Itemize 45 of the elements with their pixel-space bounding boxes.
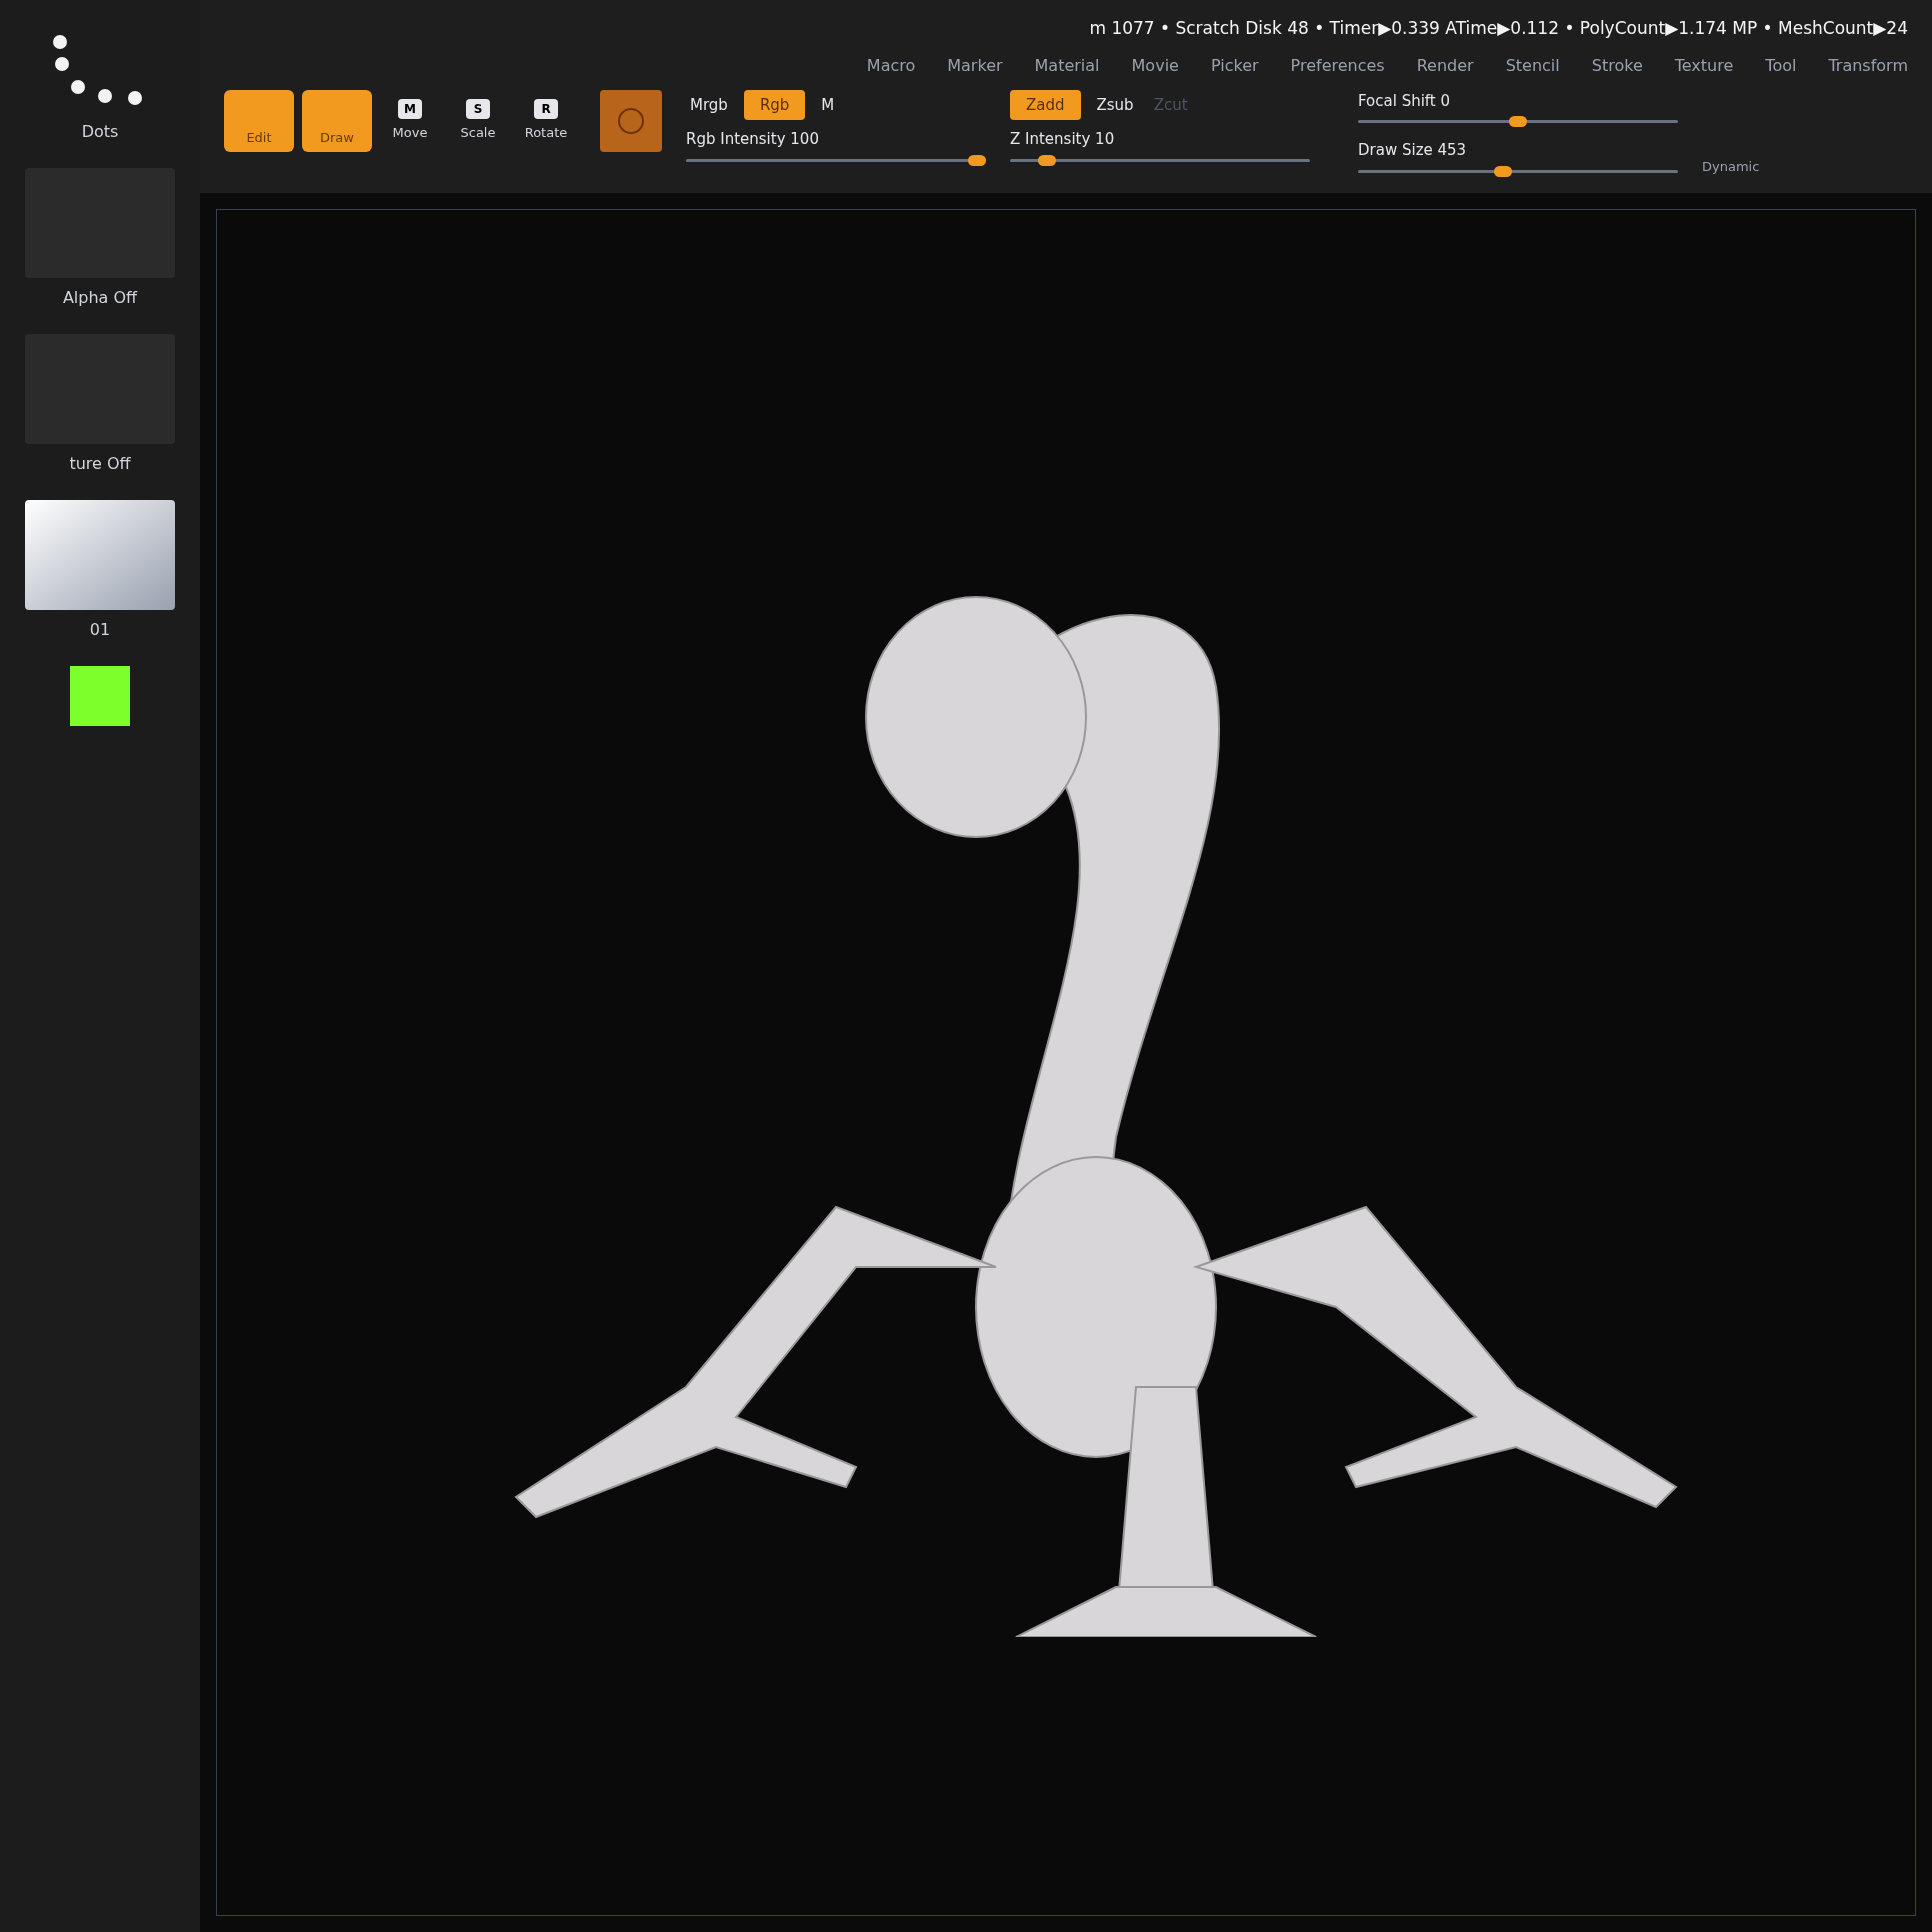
menu-item[interactable]: Render	[1416, 53, 1474, 78]
slider-track[interactable]	[1358, 116, 1678, 127]
dynamic-label[interactable]: Dynamic	[1702, 157, 1760, 177]
menu-item[interactable]: Macro	[866, 53, 916, 78]
slider-thumb[interactable]	[968, 154, 986, 166]
slider-label: Z Intensity 10	[1010, 129, 1116, 150]
toggle-button[interactable]: Rgb	[743, 89, 806, 120]
menu-item[interactable]: Movie	[1131, 53, 1179, 78]
menu-item[interactable]: Tool	[1765, 53, 1797, 78]
sphere-icon	[616, 105, 646, 136]
slider-thumb[interactable]	[1038, 154, 1057, 166]
slider-thumb[interactable]	[1493, 165, 1512, 177]
colour-swatch[interactable]	[70, 666, 130, 726]
status-text: m 1077 • Scratch Disk 48 • Timer▶0.339 ATime▶0.112 • PolyCount▶1.174 MP • MeshCount▶24	[1089, 17, 1908, 40]
slider-track[interactable]	[686, 154, 986, 166]
menu-item[interactable]: Texture	[1674, 53, 1734, 78]
material-swatch[interactable]	[600, 89, 662, 152]
tool-button[interactable]: R Rotate	[516, 89, 576, 152]
viewport[interactable]	[216, 208, 1916, 1916]
toggle-button[interactable]: Zadd	[1010, 89, 1081, 120]
menu-item[interactable]: Marker	[947, 53, 1003, 78]
tool-button[interactable]: S Scale	[448, 89, 508, 152]
menu-item[interactable]: Material	[1034, 53, 1100, 78]
toggle-button[interactable]: Zsub	[1092, 93, 1138, 116]
menu-item[interactable]: Stencil	[1505, 53, 1560, 78]
menu-item[interactable]: Transform	[1828, 53, 1908, 78]
slider-label: Focal Shift 0	[1358, 90, 1452, 112]
slider-label: Draw Size 453	[1358, 140, 1468, 161]
menu-item[interactable]: Preferences	[1290, 53, 1385, 78]
slider-track[interactable]	[1010, 154, 1310, 166]
menu-item[interactable]: Stroke	[1591, 53, 1643, 78]
slider-track[interactable]	[1358, 165, 1678, 177]
thumbnail-label: Dots	[81, 121, 119, 143]
toggle-button[interactable]: M	[817, 93, 839, 116]
toggle-button[interactable]: Mrgb	[686, 93, 732, 116]
thumbnail-label: Alpha Off	[62, 287, 138, 309]
thumbnail-label: 01	[89, 619, 111, 641]
tool-button[interactable]: M Move	[380, 89, 440, 152]
slider-label: Rgb Intensity 100	[686, 129, 820, 150]
thumbnail-label: ture Off	[69, 453, 131, 475]
material-thumbnail[interactable]	[25, 500, 175, 610]
menu-item[interactable]: Picker	[1210, 53, 1259, 78]
tool-button[interactable]: Edit	[224, 89, 294, 152]
tool-button[interactable]: Draw	[302, 89, 372, 152]
slider-thumb[interactable]	[1509, 116, 1527, 127]
